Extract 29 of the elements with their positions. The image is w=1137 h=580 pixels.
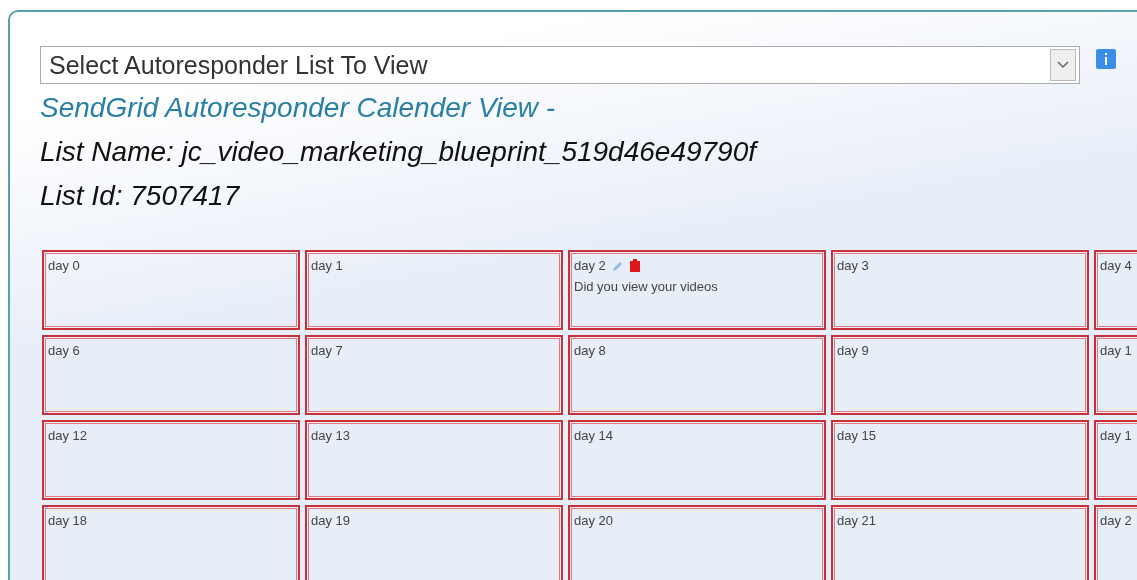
list-select[interactable]: Select Autoresponder List To View <box>40 46 1080 84</box>
day-label: day 15 <box>837 428 877 443</box>
day-label: day 1 <box>1100 343 1132 358</box>
day-label: day 13 <box>311 428 351 443</box>
day-label: day 0 <box>48 258 80 273</box>
info-icon[interactable] <box>1096 49 1116 69</box>
day-label: day 6 <box>48 343 80 358</box>
day-label: day 1 <box>311 258 343 273</box>
day-label: day 4 <box>1100 258 1132 273</box>
day-label: day 3 <box>837 258 869 273</box>
pencil-icon[interactable] <box>611 259 624 272</box>
day-label: day 8 <box>574 343 606 358</box>
day-label: day 2 <box>1100 513 1132 528</box>
day-label: day 1 <box>1100 428 1132 443</box>
day-label: day 20 <box>574 513 614 528</box>
list-id: List Id: 7507417 <box>40 180 241 212</box>
calendar-heading: SendGrid Autoresponder Calender View - <box>40 92 557 124</box>
trash-icon[interactable] <box>629 259 640 272</box>
message-subject[interactable]: Did you view your videos <box>574 279 820 294</box>
day-label: day 14 <box>574 428 614 443</box>
caret-icon <box>1050 49 1076 81</box>
day-label: day 7 <box>311 343 343 358</box>
list-name: List Name: jc_video_marketing_blueprint_519d46e49790f <box>40 136 760 168</box>
day-label: day 19 <box>311 513 351 528</box>
day-label: day 18 <box>48 513 88 528</box>
day-label: day 21 <box>837 513 877 528</box>
day-label: day 2 <box>574 258 606 273</box>
day-label: day 12 <box>48 428 88 443</box>
day-label: day 9 <box>837 343 869 358</box>
